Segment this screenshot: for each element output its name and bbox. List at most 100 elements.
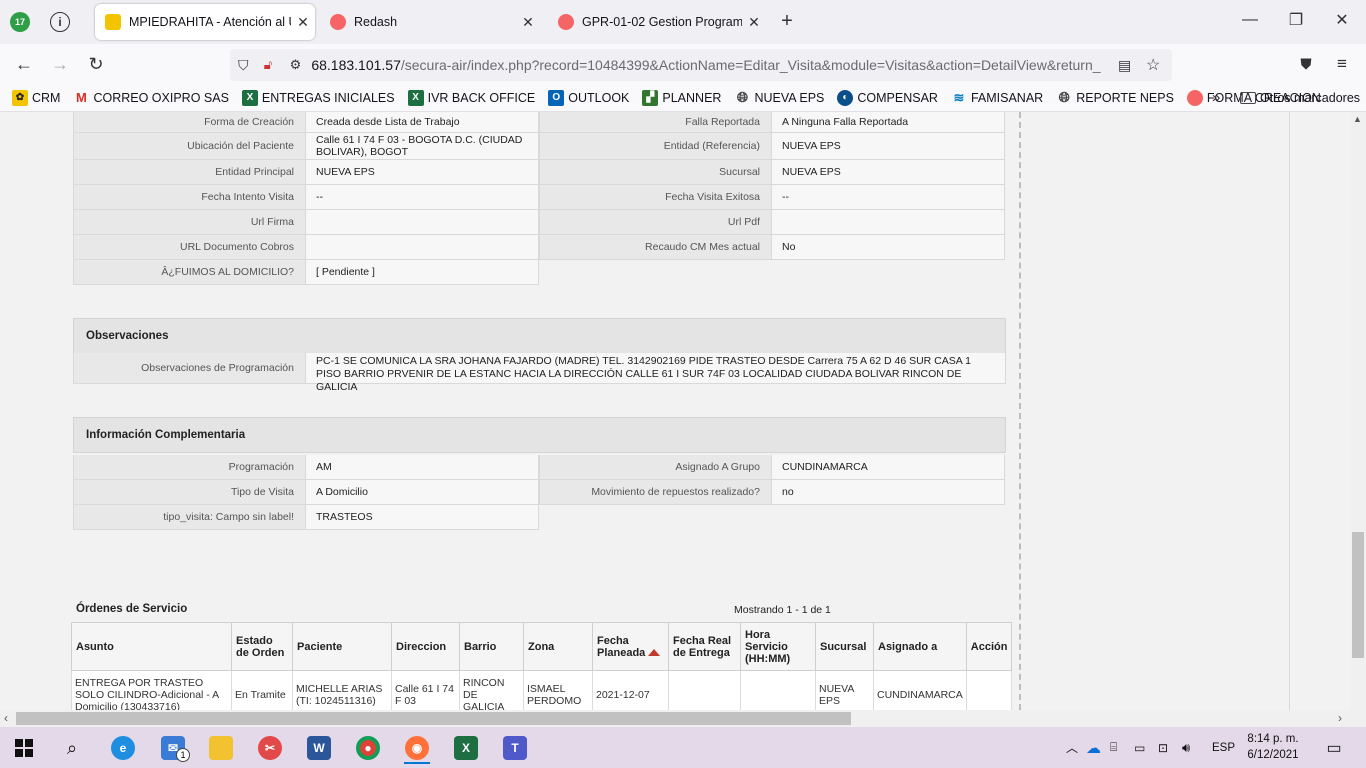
edge-icon: e [111,736,135,760]
bookmark-outlook[interactable]: O OUTLOOK [548,89,629,106]
battery-icon[interactable]: ▭ [1134,741,1158,755]
col-barrio[interactable]: Barrio [459,622,524,671]
bookmark-label: CRM [32,90,61,105]
gmail-icon: M [76,90,87,105]
notifications-button[interactable]: ▭ [1317,732,1351,764]
network-icon[interactable]: ⊡ [1158,741,1182,755]
horizontal-scroll-thumb[interactable] [16,712,851,725]
url-path: /secura-air/index.php?record=10484399&Ac… [400,57,1101,73]
scroll-right-icon[interactable]: › [1338,711,1342,725]
taskbar-teams[interactable]: T [498,732,532,764]
tab-mpiedrahita[interactable]: MPIEDRAHITA - Atención al Usu ✕ [95,4,315,40]
field-value: A Ninguna Falla Reportada [772,112,1005,133]
extension-badge-icon[interactable]: 17 [10,12,30,32]
address-bar[interactable]: ⛉ 🔓︎ ⚙ 68.183.101.57 /secura-air/index.p… [230,49,1172,81]
vertical-scroll-thumb[interactable] [1352,532,1364,658]
reload-icon[interactable]: ↻ [86,54,106,74]
col-estado[interactable]: Estado de Orden [231,622,293,671]
forward-icon[interactable]: → [50,54,70,74]
menu-icon[interactable]: ≡ [1332,54,1352,74]
taskbar-excel[interactable]: X [449,732,483,764]
permissions-icon[interactable]: ⚙ [290,57,312,73]
search-button[interactable]: ⌕ [55,732,89,764]
bookmark-reporte-neps[interactable]: 🌐︎ REPORTE NEPS [1056,89,1174,106]
excel-icon: X [407,89,424,106]
language-indicator[interactable]: ESP [1212,742,1235,754]
field-label: Fecha Intento Visita [73,185,306,210]
col-fecha-real[interactable]: Fecha Real de Entrega [668,622,741,671]
col-paciente[interactable]: Paciente [292,622,392,671]
sort-ascending-icon[interactable] [648,649,661,657]
pocket-icon[interactable]: ⛊ [1296,54,1316,74]
vertical-scrollbar[interactable]: ▲ [1350,112,1366,710]
shield-icon[interactable]: ⛉ [238,57,256,74]
bookmark-label: PLANNER [662,90,722,105]
cell-accion[interactable] [965,670,1013,710]
scroll-left-icon[interactable]: ‹ [4,711,8,725]
col-fecha-planeada[interactable]: Fecha Planeada [592,622,669,671]
tab-strip: 17 i MPIEDRAHITA - Atención al Usu ✕ Red… [0,0,1366,44]
taskbar-chrome[interactable]: ● [351,732,385,764]
restore-icon[interactable]: ❐ [1286,10,1306,30]
section-header-observaciones: Observaciones [73,318,1006,354]
horizontal-scrollbar[interactable]: ‹ › [0,710,1366,727]
detail-row: URL Documento Cobros Recaudo CM Mes actu… [73,235,1005,260]
taskbar-firefox[interactable]: ◉ [400,732,434,764]
orders-table: Asunto Estado de Orden Paciente Direccio… [71,622,1013,710]
tab-gpr[interactable]: GPR-01-02 Gestion Programacio ✕ [548,4,766,40]
taskbar-file-explorer[interactable] [204,732,238,764]
back-icon[interactable]: ← [14,54,34,74]
start-button[interactable] [7,732,41,764]
info-icon[interactable]: i [50,12,70,32]
bookmark-ivr[interactable]: X IVR BACK OFFICE [407,89,535,106]
field-value: NUEVA EPS [772,160,1005,185]
close-tab-icon[interactable]: ✕ [516,14,540,31]
domicilio-status[interactable]: [ Pendiente ] [306,260,539,285]
crm-icon: ✿ [12,89,28,106]
onedrive-icon[interactable]: ☁ [1086,739,1110,757]
field-label: Â¿FUIMOS AL DOMICILIO? [73,260,306,285]
taskbar-mail[interactable]: ✉ 1 [156,732,190,764]
firefox-icon: ◉ [405,736,429,760]
scroll-up-icon[interactable]: ▲ [1353,114,1362,124]
reader-view-icon[interactable]: ▤ [1118,57,1131,74]
tab-redash[interactable]: Redash ✕ [320,4,540,40]
bookmark-famisanar[interactable]: ≋ FAMISANAR [951,90,1044,106]
orders-title: Órdenes de Servicio [76,603,188,615]
taskbar-word[interactable]: W [302,732,336,764]
col-accion: Acción [965,622,1013,671]
bookmark-compensar[interactable]: ◐ COMPENSAR [837,89,938,106]
new-tab-icon[interactable]: + [776,10,798,32]
bookmark-nueva-eps[interactable]: 🌐︎ NUEVA EPS [734,89,825,106]
close-tab-icon[interactable]: ✕ [291,14,315,31]
col-sucursal[interactable]: Sucursal [815,622,874,671]
cell-asunto[interactable]: ENTREGA POR TRASTEO SOLO CILINDRO-Adicio… [71,670,232,710]
clock-date: 6/12/2021 [1247,749,1299,761]
insecure-lock-icon[interactable]: 🔓︎ [264,57,282,73]
taskbar-snipping[interactable]: ✂ [253,732,287,764]
bookmark-planner[interactable]: ▞ PLANNER [642,89,722,106]
col-hora-servicio[interactable]: Hora Servicio (HH:MM) [740,622,816,671]
bookmarks-overflow-icon[interactable]: » [1212,89,1220,106]
table-row[interactable]: ENTREGA POR TRASTEO SOLO CILINDRO-Adicio… [71,670,1013,710]
bookmark-crm[interactable]: ✿ CRM [12,89,61,106]
field-label: URL Documento Cobros [73,235,306,260]
col-asignado[interactable]: Asignado a [873,622,967,671]
bookmark-star-icon[interactable]: ☆ [1146,55,1160,75]
col-zona[interactable]: Zona [523,622,593,671]
close-tab-icon[interactable]: ✕ [742,14,766,31]
bookmark-label: ENTREGAS INICIALES [261,90,395,105]
device-icon[interactable]: ⌸ [1110,740,1134,755]
close-window-icon[interactable]: ✕ [1332,10,1352,30]
taskbar-edge[interactable]: e [106,732,140,764]
minimize-icon[interactable]: — [1240,10,1260,30]
col-direccion[interactable]: Direccion [391,622,460,671]
other-bookmarks[interactable]: Otros marcadores [1240,91,1360,105]
volume-icon[interactable]: 🔊︎ [1182,740,1206,756]
bookmark-correo[interactable]: M CORREO OXIPRO SAS [73,90,229,106]
bookmark-entregas[interactable]: X ENTREGAS INICIALES [241,89,395,106]
show-hidden-icons[interactable]: ︿ [1066,739,1086,756]
clock[interactable]: 8:14 p. m. 6/12/2021 [1243,731,1303,763]
col-asunto[interactable]: Asunto [71,622,232,671]
bookmark-label: CORREO OXIPRO SAS [93,90,229,105]
